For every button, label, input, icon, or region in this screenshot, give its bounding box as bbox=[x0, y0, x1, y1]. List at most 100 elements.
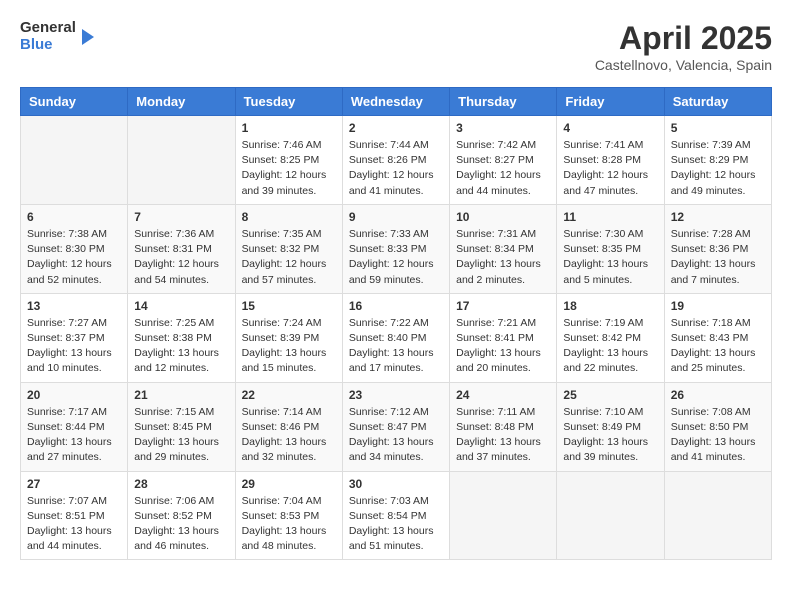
day-number: 23 bbox=[349, 388, 443, 402]
day-info: Sunrise: 7:41 AMSunset: 8:28 PMDaylight:… bbox=[563, 138, 657, 199]
calendar-cell bbox=[557, 471, 664, 560]
day-info: Sunrise: 7:07 AMSunset: 8:51 PMDaylight:… bbox=[27, 494, 121, 555]
calendar-cell: 19Sunrise: 7:18 AMSunset: 8:43 PMDayligh… bbox=[664, 293, 771, 382]
calendar-cell: 16 Sunrise: 7:22 AMSunset: 8:40 PMDayligh… bbox=[342, 293, 449, 382]
weekday-header-sunday: Sunday bbox=[21, 88, 128, 116]
day-info: Sunrise: 7:12 AMSunset: 8:47 PMDaylight:… bbox=[349, 405, 443, 466]
day-info: Sunrise: 7:18 AMSunset: 8:43 PMDaylight:… bbox=[671, 316, 765, 377]
calendar-cell: 10 Sunrise: 7:31 AMSunset: 8:34 PMDayligh… bbox=[450, 204, 557, 293]
day-info: Sunrise: 7:35 AMSunset: 8:32 PMDaylight:… bbox=[242, 227, 336, 288]
day-number: 2 bbox=[349, 121, 443, 135]
day-info: Sunrise: 7:44 AMSunset: 8:26 PMDaylight:… bbox=[349, 138, 443, 199]
calendar-cell: 6Sunrise: 7:38 AMSunset: 8:30 PMDaylight… bbox=[21, 204, 128, 293]
day-number: 10 bbox=[456, 210, 550, 224]
day-number: 18 bbox=[563, 299, 657, 313]
day-number: 11 bbox=[563, 210, 657, 224]
calendar-cell: 1 Sunrise: 7:46 AMSunset: 8:25 PMDaylight… bbox=[235, 116, 342, 205]
calendar-week-1: 1 Sunrise: 7:46 AMSunset: 8:25 PMDaylight… bbox=[21, 116, 772, 205]
calendar-cell: 7Sunrise: 7:36 AMSunset: 8:31 PMDaylight… bbox=[128, 204, 235, 293]
day-info: Sunrise: 7:15 AMSunset: 8:45 PMDaylight:… bbox=[134, 405, 228, 466]
day-info: Sunrise: 7:17 AMSunset: 8:44 PMDaylight:… bbox=[27, 405, 121, 466]
calendar-cell: 25Sunrise: 7:10 AMSunset: 8:49 PMDayligh… bbox=[557, 382, 664, 471]
calendar-cell: 2 Sunrise: 7:44 AMSunset: 8:26 PMDaylight… bbox=[342, 116, 449, 205]
title-block: April 2025 Castellnovo, Valencia, Spain bbox=[595, 20, 772, 73]
day-info: Sunrise: 7:11 AMSunset: 8:48 PMDaylight:… bbox=[456, 405, 550, 466]
weekday-header-monday: Monday bbox=[128, 88, 235, 116]
day-info: Sunrise: 7:19 AMSunset: 8:42 PMDaylight:… bbox=[563, 316, 657, 377]
calendar-cell bbox=[664, 471, 771, 560]
day-info: Sunrise: 7:27 AMSunset: 8:37 PMDaylight:… bbox=[27, 316, 121, 377]
day-info: Sunrise: 7:25 AMSunset: 8:38 PMDaylight:… bbox=[134, 316, 228, 377]
calendar-cell: 27Sunrise: 7:07 AMSunset: 8:51 PMDayligh… bbox=[21, 471, 128, 560]
day-number: 26 bbox=[671, 388, 765, 402]
day-number: 9 bbox=[349, 210, 443, 224]
day-info: Sunrise: 7:42 AMSunset: 8:27 PMDaylight:… bbox=[456, 138, 550, 199]
day-info: Sunrise: 7:04 AMSunset: 8:53 PMDaylight:… bbox=[242, 494, 336, 555]
calendar-cell: 18 Sunrise: 7:19 AMSunset: 8:42 PMDayligh… bbox=[557, 293, 664, 382]
day-info: Sunrise: 7:39 AMSunset: 8:29 PMDaylight:… bbox=[671, 138, 765, 199]
calendar-cell: 9 Sunrise: 7:33 AMSunset: 8:33 PMDaylight… bbox=[342, 204, 449, 293]
calendar-cell bbox=[21, 116, 128, 205]
calendar-cell: 15 Sunrise: 7:24 AMSunset: 8:39 PMDayligh… bbox=[235, 293, 342, 382]
day-info: Sunrise: 7:24 AMSunset: 8:39 PMDaylight:… bbox=[242, 316, 336, 377]
calendar-cell: 20 Sunrise: 7:17 AMSunset: 8:44 PMDayligh… bbox=[21, 382, 128, 471]
calendar-cell: 21 Sunrise: 7:15 AMSunset: 8:45 PMDayligh… bbox=[128, 382, 235, 471]
weekday-header-saturday: Saturday bbox=[664, 88, 771, 116]
logo: General Blue bbox=[20, 20, 94, 53]
day-info: Sunrise: 7:33 AMSunset: 8:33 PMDaylight:… bbox=[349, 227, 443, 288]
calendar-week-5: 27Sunrise: 7:07 AMSunset: 8:51 PMDayligh… bbox=[21, 471, 772, 560]
calendar-week-4: 20 Sunrise: 7:17 AMSunset: 8:44 PMDayligh… bbox=[21, 382, 772, 471]
calendar-cell: 13 Sunrise: 7:27 AMSunset: 8:37 PMDayligh… bbox=[21, 293, 128, 382]
day-number: 14 bbox=[134, 299, 228, 313]
day-number: 8 bbox=[242, 210, 336, 224]
calendar-cell: 14 Sunrise: 7:25 AMSunset: 8:38 PMDayligh… bbox=[128, 293, 235, 382]
day-info: Sunrise: 7:22 AMSunset: 8:40 PMDaylight:… bbox=[349, 316, 443, 377]
calendar-table: SundayMondayTuesdayWednesdayThursdayFrid… bbox=[20, 87, 772, 560]
day-number: 1 bbox=[242, 121, 336, 135]
day-number: 3 bbox=[456, 121, 550, 135]
calendar-cell: 24 Sunrise: 7:11 AMSunset: 8:48 PMDayligh… bbox=[450, 382, 557, 471]
logo-arrow-icon bbox=[82, 29, 94, 45]
day-number: 22 bbox=[242, 388, 336, 402]
day-number: 4 bbox=[563, 121, 657, 135]
calendar-cell: 11 Sunrise: 7:30 AMSunset: 8:35 PMDayligh… bbox=[557, 204, 664, 293]
logo-general: General bbox=[20, 20, 76, 37]
day-number: 30 bbox=[349, 477, 443, 491]
day-number: 29 bbox=[242, 477, 336, 491]
day-number: 13 bbox=[27, 299, 121, 313]
calendar-cell: 26 Sunrise: 7:08 AMSunset: 8:50 PMDayligh… bbox=[664, 382, 771, 471]
day-number: 24 bbox=[456, 388, 550, 402]
calendar-cell: 8 Sunrise: 7:35 AMSunset: 8:32 PMDaylight… bbox=[235, 204, 342, 293]
weekday-header-friday: Friday bbox=[557, 88, 664, 116]
subtitle: Castellnovo, Valencia, Spain bbox=[595, 57, 772, 73]
logo-blue: Blue bbox=[20, 37, 76, 54]
calendar-week-2: 6Sunrise: 7:38 AMSunset: 8:30 PMDaylight… bbox=[21, 204, 772, 293]
calendar-cell: 4 Sunrise: 7:41 AMSunset: 8:28 PMDaylight… bbox=[557, 116, 664, 205]
day-info: Sunrise: 7:14 AMSunset: 8:46 PMDaylight:… bbox=[242, 405, 336, 466]
day-number: 20 bbox=[27, 388, 121, 402]
day-info: Sunrise: 7:46 AMSunset: 8:25 PMDaylight:… bbox=[242, 138, 336, 199]
calendar-cell: 30 Sunrise: 7:03 AMSunset: 8:54 PMDayligh… bbox=[342, 471, 449, 560]
day-number: 12 bbox=[671, 210, 765, 224]
day-info: Sunrise: 7:31 AMSunset: 8:34 PMDaylight:… bbox=[456, 227, 550, 288]
day-info: Sunrise: 7:38 AMSunset: 8:30 PMDaylight:… bbox=[27, 227, 121, 288]
calendar-cell: 12Sunrise: 7:28 AMSunset: 8:36 PMDayligh… bbox=[664, 204, 771, 293]
day-number: 17 bbox=[456, 299, 550, 313]
day-info: Sunrise: 7:36 AMSunset: 8:31 PMDaylight:… bbox=[134, 227, 228, 288]
weekday-header-tuesday: Tuesday bbox=[235, 88, 342, 116]
weekday-header-thursday: Thursday bbox=[450, 88, 557, 116]
calendar-cell: 5Sunrise: 7:39 AMSunset: 8:29 PMDaylight… bbox=[664, 116, 771, 205]
day-info: Sunrise: 7:03 AMSunset: 8:54 PMDaylight:… bbox=[349, 494, 443, 555]
day-number: 21 bbox=[134, 388, 228, 402]
page-header: General Blue April 2025 Castellnovo, Val… bbox=[20, 20, 772, 73]
calendar-cell: 28Sunrise: 7:06 AMSunset: 8:52 PMDayligh… bbox=[128, 471, 235, 560]
day-info: Sunrise: 7:21 AMSunset: 8:41 PMDaylight:… bbox=[456, 316, 550, 377]
day-number: 16 bbox=[349, 299, 443, 313]
day-info: Sunrise: 7:08 AMSunset: 8:50 PMDaylight:… bbox=[671, 405, 765, 466]
day-info: Sunrise: 7:30 AMSunset: 8:35 PMDaylight:… bbox=[563, 227, 657, 288]
calendar-week-3: 13 Sunrise: 7:27 AMSunset: 8:37 PMDayligh… bbox=[21, 293, 772, 382]
day-number: 15 bbox=[242, 299, 336, 313]
day-number: 28 bbox=[134, 477, 228, 491]
weekday-header-row: SundayMondayTuesdayWednesdayThursdayFrid… bbox=[21, 88, 772, 116]
calendar-cell bbox=[450, 471, 557, 560]
